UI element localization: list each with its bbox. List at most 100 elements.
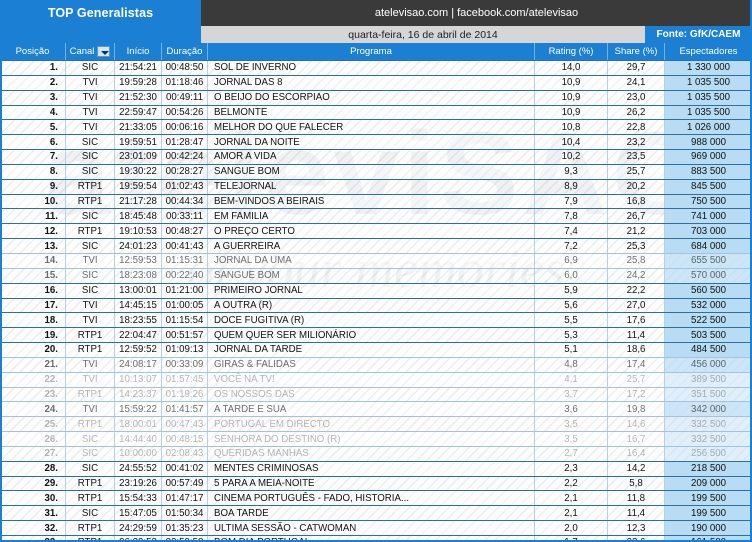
- ratings-table-app: ateleviSAO of your memories TOP Generali…: [0, 0, 752, 542]
- cell-rating: 9,3: [535, 164, 608, 179]
- cell-espectadores: 532 000: [665, 298, 752, 313]
- cell-programa: GIRAS & FALIDAS: [208, 357, 535, 372]
- facebook-link[interactable]: facebook.com/atelevisao: [457, 7, 578, 19]
- table-row[interactable]: 2. TVI 19:59:28 01:18:46 JORNAL DAS 8 10,9 24,…: [0, 74, 752, 90]
- cell-rating: 3,6: [535, 402, 608, 417]
- table-row[interactable]: 11. SIC 18:45:48 00:33:11 EM FAMILIA 7,8 26,7 7…: [0, 208, 752, 224]
- column-header-espectadores[interactable]: Espectadores: [665, 43, 752, 60]
- table-row[interactable]: 28. SIC 24:55:52 00:41:02 MENTES CRIMINOSAS 2…: [0, 460, 752, 476]
- table-row[interactable]: 29. RTP1 23:19:26 00:57:49 5 PARA A MEIA-NOI…: [0, 475, 752, 491]
- cell-rating: 2,2: [535, 476, 608, 491]
- cell-canal: SIC: [66, 164, 115, 179]
- cell-duracao: 01:00:05: [162, 298, 208, 313]
- cell-inicio: 12:59:52: [115, 343, 162, 357]
- cell-duracao: 00:54:26: [162, 105, 208, 120]
- cell-posicao: 17.: [0, 298, 66, 313]
- cell-duracao: 00:51:57: [162, 328, 208, 343]
- cell-duracao: 01:02:43: [162, 179, 208, 194]
- cell-share: 12,3: [608, 521, 665, 535]
- cell-inicio: 24:08:17: [115, 357, 162, 372]
- column-header-label: Share (%): [614, 46, 658, 57]
- table-row[interactable]: 9. RTP1 19:59:54 01:02:43 TELEJORNAL 8,9 20,2 8…: [0, 178, 752, 194]
- cell-canal: SIC: [66, 150, 115, 164]
- table-row[interactable]: 3. TVI 21:52:30 00:49:11 O BEIJO DO ESCORPIA…: [0, 89, 752, 105]
- cell-share: 20,2: [608, 179, 665, 194]
- cell-rating: 6,0: [535, 268, 608, 283]
- column-header-label: Espectadores: [679, 46, 738, 57]
- cell-espectadores: 342 000: [665, 402, 752, 417]
- column-header-share[interactable]: Share (%): [608, 43, 665, 60]
- cell-espectadores: 1 330 000: [665, 61, 752, 75]
- table-row[interactable]: 16. SIC 13:00:01 01:21:00 PRIMEIRO JORNAL 5,9…: [0, 282, 752, 298]
- cell-duracao: 00:57:49: [162, 476, 208, 491]
- table-row[interactable]: 27. SIC 10:00:00 02:08:43 QUERIDAS MANHAS 2,7…: [0, 445, 752, 461]
- table-row[interactable]: 1. SIC 21:54:21 00:48:50 SOL DE INVERNO 14,0 2…: [0, 60, 752, 75]
- table-row[interactable]: 26. SIC 14:44:40 00:48:15 SENHORA DO DESTINO…: [0, 431, 752, 446]
- table-row[interactable]: 21. TVI 24:08:17 00:33:09 GIRAS & FALIDAS 4,8…: [0, 356, 752, 372]
- cell-programa: ULTIMA SESSÃO - CATWOMAN: [208, 521, 535, 535]
- table-row[interactable]: 23. RTP1 14:23:37 01:19:26 OS NOSSOS DAS 3,7 1…: [0, 386, 752, 402]
- column-header-label: Duração: [166, 46, 203, 57]
- cell-share: 5,8: [608, 476, 665, 491]
- column-header-posicao[interactable]: Posição: [0, 43, 66, 60]
- cell-espectadores: 332 500: [665, 417, 752, 432]
- column-header-programa[interactable]: Programa: [208, 43, 535, 60]
- banner-links-block: atelevisao.com | facebook.com/atelevisao: [201, 0, 752, 26]
- cell-canal: SIC: [66, 61, 115, 75]
- table-row[interactable]: 20. RTP1 12:59:52 01:09:13 JORNAL DA TARDE 5,…: [0, 342, 752, 357]
- chevron-down-icon[interactable]: [97, 46, 111, 57]
- table-row[interactable]: 24. TVI 15:59:22 01:41:57 A TARDE E SUA 3,6 19…: [0, 401, 752, 417]
- cell-share: 16,4: [608, 446, 665, 461]
- table-row[interactable]: 18. TVI 18:23:55 01:15:54 DOCE FUGITIVA (R) 5…: [0, 312, 752, 328]
- table-row[interactable]: 30. RTP1 15:54:33 01:47:17 CINEMA PORTUGUÊS …: [0, 490, 752, 506]
- cell-share: 17,2: [608, 387, 665, 402]
- cell-inicio: 19:59:54: [115, 179, 162, 194]
- cell-share: 24,2: [608, 268, 665, 283]
- table-row[interactable]: 6. SIC 19:59:51 01:28:47 JORNAL DA NOITE 10,4…: [0, 134, 752, 150]
- cell-canal: TVI: [66, 75, 115, 90]
- cell-canal: SIC: [66, 283, 115, 298]
- cell-canal: RTP1: [66, 343, 115, 357]
- cell-programa: SANGUE BOM: [208, 268, 535, 283]
- table-row[interactable]: 14. TVI 12:59:53 01:15:31 JORNAL DA UMA 6,9 25…: [0, 252, 752, 268]
- cell-espectadores: 256 500: [665, 446, 752, 461]
- table-row[interactable]: 10. RTP1 21:17:28 00:44:34 BEM-VINDOS A BEIR…: [0, 193, 752, 209]
- column-header-canal[interactable]: Canal: [66, 43, 115, 60]
- column-header-rating[interactable]: Rating (%): [535, 43, 608, 60]
- table-row[interactable]: 12. RTP1 19:10:53 00:48:27 O PREÇO CERTO 7,4 2…: [0, 223, 752, 239]
- table-row[interactable]: 25. RTP1 18:00:01 00:47:43 PORTUGAL EM DIREC…: [0, 416, 752, 432]
- source-block: Fonte: GfK/CAEM: [645, 26, 752, 43]
- cell-inicio: 14:23:37: [115, 387, 162, 402]
- column-header-duracao[interactable]: Duração: [162, 43, 208, 60]
- table-row[interactable]: 7. SIC 23:01:09 00:42:24 AMOR A VIDA 10,2 23,5…: [0, 149, 752, 164]
- cell-rating: 3,7: [535, 387, 608, 402]
- cell-programa: O PREÇO CERTO: [208, 224, 535, 239]
- table-body: 1. SIC 21:54:21 00:48:50 SOL DE INVERNO 14,0 2…: [0, 60, 752, 542]
- table-row[interactable]: 31. SIC 15:47:05 01:50:34 BOA TARDE 2,1 11,4 19…: [0, 505, 752, 521]
- table-row[interactable]: 15. SIC 18:23:08 00:22:40 SANGUE BOM 6,0 24,2 5…: [0, 267, 752, 283]
- cell-programa: DOCE FUGITIVA (R): [208, 313, 535, 328]
- cell-canal: SIC: [66, 209, 115, 224]
- cell-programa: 5 PARA A MEIA-NOITE: [208, 476, 535, 491]
- table-row[interactable]: 17. TVI 14:45:15 01:00:05 A OUTRA (R) 5,6 27,0…: [0, 297, 752, 313]
- cell-inicio: 15:54:33: [115, 491, 162, 506]
- table-row[interactable]: 8. SIC 19:30:22 00:28:27 SANGUE BOM 9,3 25,7 88…: [0, 163, 752, 179]
- column-header-inicio[interactable]: Início: [115, 43, 162, 60]
- cell-rating: 3,5: [535, 432, 608, 446]
- cell-inicio: 23:01:09: [115, 150, 162, 164]
- table-row[interactable]: 5. TVI 21:33:05 00:06:16 MELHOR DO QUE FALEC…: [0, 119, 752, 135]
- cell-programa: JORNAL DA TARDE: [208, 343, 535, 357]
- cell-inicio: 12:59:53: [115, 253, 162, 268]
- cell-inicio: 19:59:51: [115, 135, 162, 150]
- site-link[interactable]: atelevisao.com: [375, 7, 448, 19]
- column-header-label: Posição: [15, 46, 50, 57]
- cell-rating: 8,9: [535, 179, 608, 194]
- table-row[interactable]: 32. RTP1 24:29:59 01:35:23 ULTIMA SESSÃO - C…: [0, 520, 752, 535]
- cell-canal: TVI: [66, 120, 115, 135]
- table-row[interactable]: 13. SIC 24:01:23 00:41:43 A GUERREIRA 7,2 25,3…: [0, 238, 752, 253]
- cell-rating: 7,9: [535, 194, 608, 209]
- table-row[interactable]: 22. TVI 10:13:07 01:57:45 VOCÊ NA TV! 4,1 25,7…: [0, 371, 752, 387]
- table-row[interactable]: 19. RTP1 22:04:47 00:51:57 QUEM QUER SER MIL…: [0, 327, 752, 343]
- table-row[interactable]: 4. TVI 22:59:47 00:54:26 BELMONTE 10,9 26,2 1 0…: [0, 104, 752, 120]
- cell-programa: SENHORA DO DESTINO (R): [208, 432, 535, 446]
